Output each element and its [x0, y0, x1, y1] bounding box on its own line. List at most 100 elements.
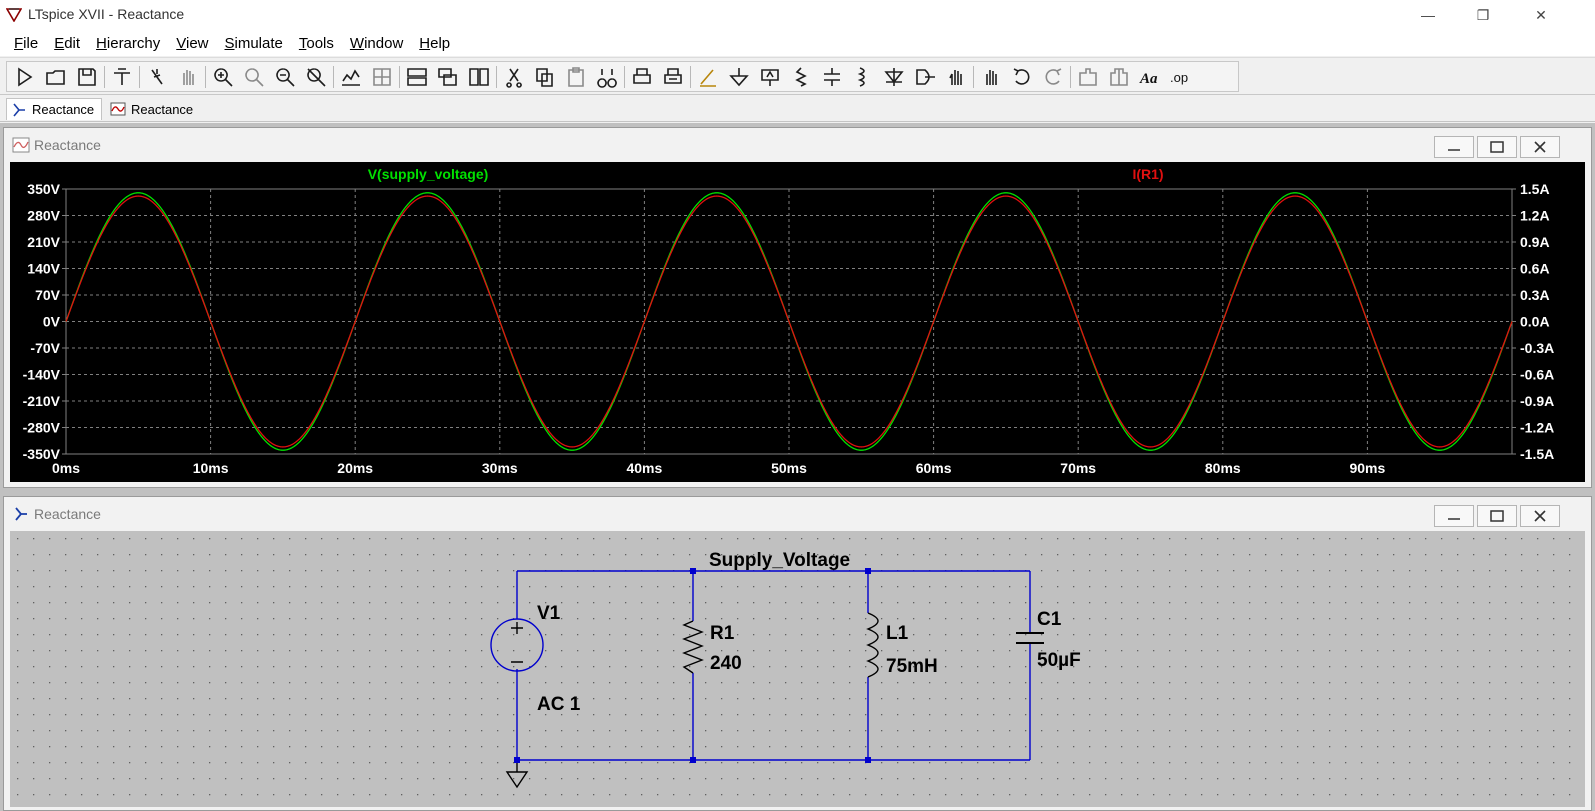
grid-button[interactable] — [370, 65, 394, 89]
y-right-tick-label: -0.3A — [1520, 340, 1554, 356]
c1-value-label[interactable]: 50µF — [1037, 650, 1081, 671]
move-button[interactable] — [944, 65, 968, 89]
control-panel-button[interactable] — [110, 65, 134, 89]
open-button[interactable] — [44, 65, 68, 89]
schematic-minimize-button[interactable] — [1434, 505, 1474, 527]
schematic-canvas[interactable]: Supply_Voltage V1 AC 1 R1 240 L1 75mH C1 50µF — [10, 531, 1585, 807]
menu-view[interactable]: View — [168, 33, 216, 54]
component-button[interactable] — [913, 65, 937, 89]
cut-button[interactable] — [502, 65, 526, 89]
schematic-icon — [15, 507, 27, 521]
wire-button[interactable] — [696, 65, 720, 89]
maximize-icon — [1490, 510, 1504, 522]
zoom-area-icon — [245, 68, 264, 87]
x-tick-label: 10ms — [193, 460, 229, 476]
paste-button[interactable] — [564, 65, 588, 89]
undo-icon — [1013, 68, 1030, 85]
toolbar-separator — [690, 66, 691, 88]
toolbar-separator — [139, 66, 140, 88]
autorange-icon — [342, 69, 360, 86]
toolbar-separator — [624, 66, 625, 88]
diode-button[interactable] — [882, 65, 906, 89]
current-trace-label[interactable]: I(R1) — [1132, 166, 1163, 182]
undo-button[interactable] — [1010, 65, 1034, 89]
voltage-trace-label[interactable]: V(supply_voltage) — [368, 166, 489, 182]
diode-icon — [884, 68, 904, 86]
pan-button[interactable] — [176, 65, 200, 89]
tab-waveform[interactable]: Reactance — [106, 98, 202, 120]
waveform-close-button[interactable] — [1520, 136, 1560, 158]
y-right-tick-label: 0.3A — [1520, 287, 1550, 303]
waveform-plot[interactable]: 0ms 10ms 20ms 30ms 40ms 50ms 60ms 70ms 80ms 90ms 3… — [10, 162, 1585, 482]
redo-button[interactable] — [1041, 65, 1065, 89]
capacitor-button[interactable] — [820, 65, 844, 89]
waveform-minimize-button[interactable] — [1434, 136, 1474, 158]
cascade-button[interactable] — [436, 65, 460, 89]
menu-hierarchy[interactable]: Hierarchy — [88, 33, 168, 54]
ground-button[interactable] — [727, 65, 751, 89]
cut-icon — [506, 68, 522, 88]
menu-file[interactable]: File — [6, 33, 46, 54]
close-button[interactable]: ✕ — [1518, 0, 1564, 30]
schematic-grid — [10, 531, 1585, 807]
r1-value-label[interactable]: 240 — [710, 653, 742, 674]
x-tick-label: 30ms — [482, 460, 518, 476]
label-net-button[interactable] — [758, 65, 782, 89]
drag-button[interactable] — [979, 65, 1003, 89]
print-setup-button[interactable] — [661, 65, 685, 89]
zoom-in-button[interactable] — [211, 65, 235, 89]
move-icon — [949, 70, 962, 85]
toolbar: Aa .op — [0, 57, 1595, 95]
net-label-supply-voltage[interactable]: Supply_Voltage — [709, 550, 850, 571]
tile-vertical-button[interactable] — [467, 65, 491, 89]
tile-vertical-icon — [469, 68, 489, 86]
inductor-button[interactable] — [851, 65, 875, 89]
autorange-button[interactable] — [339, 65, 363, 89]
tab-schematic[interactable]: Reactance — [6, 98, 102, 120]
grid-icon — [373, 68, 391, 86]
cascade-icon — [438, 68, 457, 86]
rotate-button[interactable] — [1076, 65, 1100, 89]
menu-help[interactable]: Help — [411, 33, 458, 54]
waveform-maximize-button[interactable] — [1477, 136, 1517, 158]
find-button[interactable] — [595, 65, 619, 89]
y-right-tick-label: -1.5A — [1520, 446, 1554, 462]
schematic-icon — [13, 102, 25, 117]
minimize-button[interactable]: — — [1405, 0, 1451, 30]
v1-value-label[interactable]: AC 1 — [537, 694, 581, 715]
spice-directive-button[interactable]: .op — [1169, 65, 1193, 89]
toolbar-separator — [205, 66, 206, 88]
zoom-out-button[interactable] — [273, 65, 297, 89]
print-button[interactable] — [630, 65, 654, 89]
halt-button[interactable] — [145, 65, 169, 89]
menu-tools[interactable]: Tools — [291, 33, 342, 54]
schematic-maximize-button[interactable] — [1477, 505, 1517, 527]
x-tick-label: 70ms — [1060, 460, 1096, 476]
run-button[interactable] — [13, 65, 37, 89]
schematic-window-header: Reactance — [4, 497, 1591, 531]
junction-dot — [865, 757, 871, 763]
l1-ref-label[interactable]: L1 — [886, 623, 909, 644]
tile-horizontal-button[interactable] — [405, 65, 429, 89]
menu-window[interactable]: Window — [342, 33, 411, 54]
save-button[interactable] — [75, 65, 99, 89]
print-icon — [633, 68, 651, 84]
menu-simulate[interactable]: Simulate — [217, 33, 291, 54]
zoom-fit-button[interactable] — [304, 65, 328, 89]
y-right-tick-label: 0.9A — [1520, 234, 1550, 250]
r1-ref-label[interactable]: R1 — [710, 623, 735, 644]
resistor-button[interactable] — [789, 65, 813, 89]
copy-button[interactable] — [533, 65, 557, 89]
x-tick-label: 0ms — [52, 460, 80, 476]
c1-ref-label[interactable]: C1 — [1037, 609, 1062, 630]
v1-ref-label[interactable]: V1 — [537, 603, 561, 624]
menu-edit[interactable]: Edit — [46, 33, 88, 54]
text-button[interactable]: Aa — [1138, 65, 1162, 89]
spice-directive-icon: .op — [1170, 70, 1188, 85]
l1-value-label[interactable]: 75mH — [886, 656, 938, 677]
schematic-close-button[interactable] — [1520, 505, 1560, 527]
zoom-area-button[interactable] — [242, 65, 266, 89]
mirror-button[interactable] — [1107, 65, 1131, 89]
y-left-tick-label: 70V — [35, 287, 61, 303]
restore-button[interactable]: ❐ — [1460, 0, 1506, 30]
